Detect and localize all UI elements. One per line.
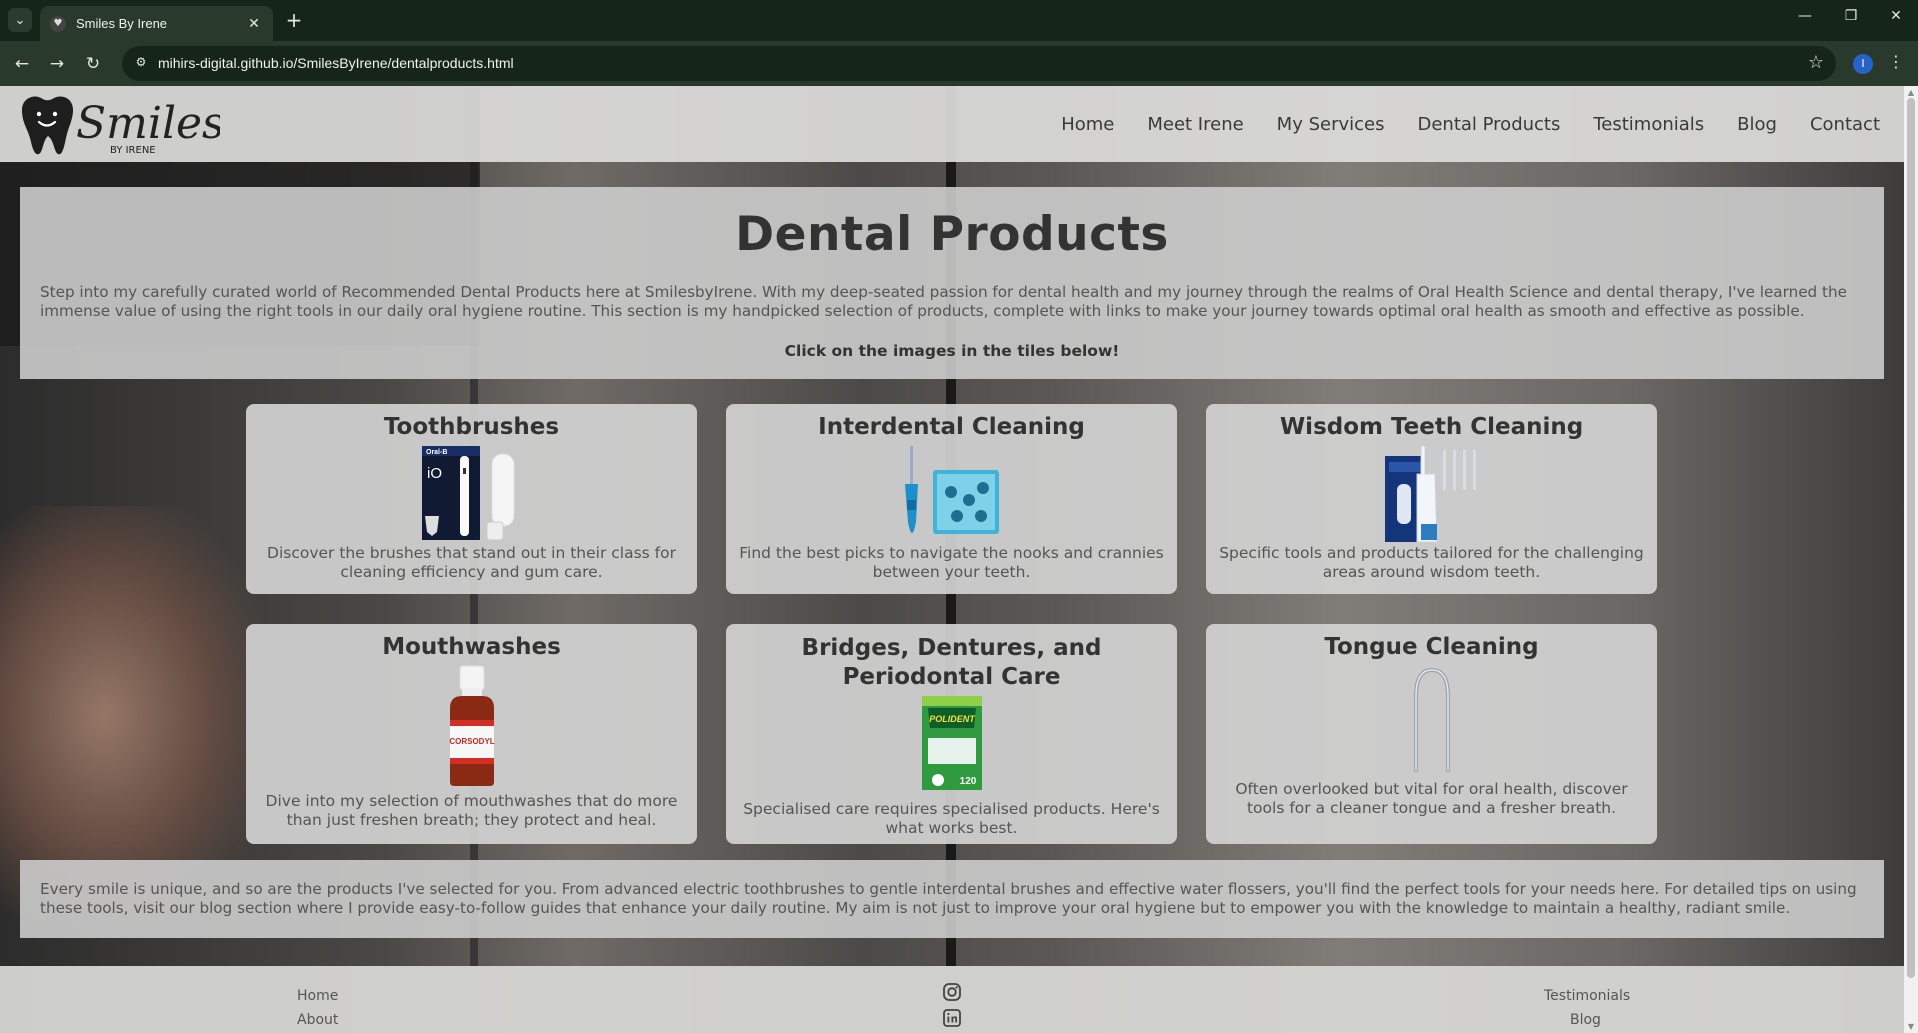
tile-mouthwashes: Mouthwashes CORSODYL Dive into my select… [246,624,697,844]
tab-close-icon[interactable]: ✕ [245,16,263,32]
box-count-text: 120 [959,776,976,787]
scroll-up-arrow-icon[interactable]: ▲ [1906,88,1916,97]
url-text[interactable]: mihirs-digital.github.io/SmilesByIrene/d… [158,55,514,71]
box-brand-text: POLIDENT [929,714,976,724]
intro-cta: Click on the images in the tiles below! [784,342,1120,360]
tile-description: Discover the brushes that stand out in t… [267,544,676,581]
nav-dental-products[interactable]: Dental Products [1417,114,1560,135]
tile-description: Often overlooked but vital for oral heal… [1235,780,1628,817]
minimize-button[interactable]: — [1791,8,1819,24]
tile-description: Specific tools and products tailored for… [1219,544,1644,581]
site-footer: Home About Testimonials Blog [0,966,1904,1033]
nav-contact[interactable]: Contact [1810,114,1880,135]
nav-blog[interactable]: Blog [1737,114,1777,135]
page-title: Dental Products [735,207,1169,262]
new-tab-button[interactable]: + [282,9,306,33]
footer-link-testimonials[interactable]: Testimonials [1544,988,1630,1004]
logo-script: Smiles [76,98,220,149]
back-arrow-icon[interactable]: ← [9,51,35,77]
logo-subtitle: BY IRENE [110,145,156,156]
star-icon[interactable]: ☆ [1808,52,1824,73]
tile-toothbrushes: Toothbrushes Oral-B iO Discover the brus… [246,404,697,594]
tile-title: Tongue Cleaning [1324,634,1539,660]
box-brand-text: Oral-B [426,449,447,456]
close-window-button[interactable]: ✕ [1882,8,1910,24]
page-viewport: Smiles BY IRENE Home Meet Irene My Servi… [0,86,1918,1033]
interdental-brush-image[interactable] [897,444,1007,552]
tile-tongue-cleaning: Tongue Cleaning Often overlooked but vit… [1206,624,1657,844]
address-bar[interactable]: ⚙ mihirs-digital.github.io/SmilesByIrene… [122,46,1836,81]
tile-title: Mouthwashes [382,634,561,660]
tile-description: Dive into my selection of mouthwashes th… [265,792,678,829]
site-header: Smiles BY IRENE Home Meet Irene My Servi… [0,86,1904,162]
tile-bridges-dentures-periodontal: Bridges, Dentures, and Periodontal Care … [726,624,1177,844]
browser-toolbar: ← → ↻ ⚙ mihirs-digital.github.io/SmilesB… [0,41,1918,86]
tongue-scraper-image[interactable] [1402,666,1462,778]
intro-panel: Dental Products Step into my carefully c… [20,187,1884,379]
reload-icon[interactable]: ↻ [80,51,106,77]
site-logo[interactable]: Smiles BY IRENE [16,92,225,156]
footer-link-home[interactable]: Home [297,988,338,1004]
scrollbar-thumb[interactable] [1907,98,1915,978]
bottle-brand-text: CORSODYL [449,737,494,746]
water-flosser-image[interactable] [1377,444,1487,552]
scroll-down-arrow-icon[interactable]: ▼ [1906,1022,1916,1031]
intro-description: Step into my carefully curated world of … [40,283,1847,320]
tile-title: Bridges, Dentures, and Periodontal Care [801,635,1102,690]
forward-arrow-icon[interactable]: → [44,51,70,77]
tile-title: Wisdom Teeth Cleaning [1279,414,1584,440]
profile-avatar[interactable]: I [1853,54,1873,74]
browser-tab[interactable]: ♥ Smiles By Irene ✕ [40,6,273,41]
electric-toothbrush-image[interactable]: Oral-B iO [417,444,527,548]
instagram-icon[interactable] [942,982,962,1002]
outro-panel: Every smile is unique, and so are the pr… [20,860,1884,938]
tile-description: Find the best picks to navigate the nook… [739,544,1164,581]
restore-button[interactable]: ❐ [1837,8,1865,24]
kebab-menu-icon[interactable]: ⋮ [1888,52,1904,71]
footer-link-blog[interactable]: Blog [1570,1012,1601,1028]
box-model-text: iO [427,465,442,482]
page-scrollbar[interactable]: ▲ ▼ [1904,86,1918,1033]
browser-tab-bar: ⌄ ♥ Smiles By Irene ✕ + — ❐ ✕ [0,0,1918,41]
denture-cleanser-box-image[interactable]: POLIDENT 120 [920,694,984,796]
linkedin-icon[interactable] [942,1008,962,1028]
tile-title: Interdental Cleaning [818,414,1085,440]
footer-link-about[interactable]: About [297,1012,338,1028]
nav-meet-irene[interactable]: Meet Irene [1147,114,1243,135]
nav-testimonials[interactable]: Testimonials [1593,114,1704,135]
tab-title: Smiles By Irene [76,16,168,31]
tile-interdental-cleaning: Interdental Cleaning Find the best picks… [726,404,1177,594]
chevron-down-icon[interactable]: ⌄ [8,8,32,32]
tile-wisdom-teeth-cleaning: Wisdom Teeth Cleaning Specific tools and… [1206,404,1657,594]
mouthwash-bottle-image[interactable]: CORSODYL [442,664,502,792]
site-info-icon[interactable]: ⚙ [132,55,150,73]
tooth-logo-icon: Smiles BY IRENE [22,96,225,156]
nav-home[interactable]: Home [1061,114,1114,135]
tile-description: Specialised care requires specialised pr… [743,800,1160,837]
tile-title: Toothbrushes [383,414,560,440]
nav-my-services[interactable]: My Services [1277,114,1385,135]
outro-text: Every smile is unique, and so are the pr… [40,880,1857,917]
tooth-favicon-icon: ♥ [50,15,66,32]
main-nav: Home Meet Irene My Services Dental Produ… [1061,86,1880,162]
